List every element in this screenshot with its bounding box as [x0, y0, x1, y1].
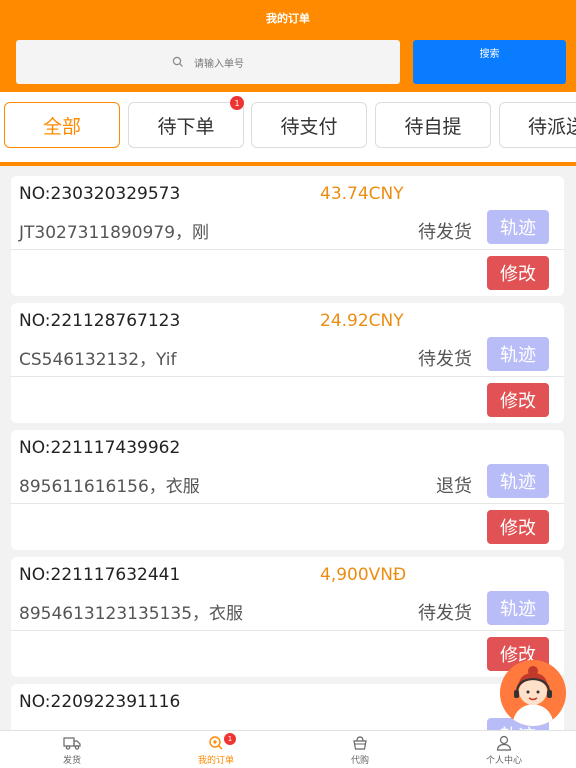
page-title: 我的订单: [266, 12, 310, 25]
divider: [11, 376, 564, 377]
order-search-icon: [209, 736, 223, 750]
order-list: NO:230320329573 43.74CNY JT3027311890979…: [0, 166, 576, 730]
order-card[interactable]: NO:220922391116 轨迹 修改: [11, 684, 564, 730]
nav-purchase-agent[interactable]: 代购: [320, 735, 400, 766]
order-amount: 24.92CNY: [320, 311, 404, 331]
divider: [11, 630, 564, 631]
tab-label: 待支付: [280, 115, 338, 138]
tab-pending-payment[interactable]: 待支付: [251, 102, 367, 148]
nav-label: 代购: [350, 756, 369, 766]
order-status: 待发货: [418, 222, 472, 243]
order-number: NO:221117632441: [19, 565, 181, 585]
nav-badge: 1: [224, 733, 236, 745]
tab-badge: 1: [230, 96, 244, 110]
support-agent-icon: [500, 660, 566, 726]
header: 我的订单 请输入单号 搜索: [0, 0, 576, 92]
tab-pending-order[interactable]: 待下单 1: [128, 96, 244, 148]
order-amount: 4,900VNĐ: [320, 565, 407, 585]
tracking-info: 895611616156，衣服: [19, 477, 200, 497]
tracking-info: JT3027311890979，刚: [19, 223, 210, 243]
edit-button[interactable]: 修改: [487, 256, 549, 290]
edit-button[interactable]: 修改: [487, 510, 549, 544]
search-placeholder: 请输入单号: [194, 58, 244, 70]
search-input[interactable]: 请输入单号: [16, 40, 400, 84]
order-card[interactable]: NO:221117632441 4,900VNĐ 895461312313513…: [11, 557, 564, 677]
tab-label: 全部: [42, 115, 81, 138]
tab-label: 待派送: [528, 115, 576, 138]
divider: [11, 503, 564, 504]
tab-all[interactable]: 全部: [4, 102, 120, 148]
order-amount: 43.74CNY: [320, 184, 404, 204]
truck-icon: [63, 737, 81, 750]
nav-profile[interactable]: 个人中心: [464, 735, 544, 766]
tab-pending-pickup[interactable]: 待自提: [375, 102, 491, 148]
customer-service-avatar[interactable]: [500, 660, 566, 726]
divider: [11, 249, 564, 250]
order-card[interactable]: NO:221117439962 895611616156，衣服 退货 轨迹 修改: [11, 430, 564, 550]
basket-icon: [353, 736, 367, 750]
tab-label: 待自提: [404, 115, 462, 138]
nav-my-orders[interactable]: 1 我的订单: [176, 733, 256, 766]
tracking-info: 8954613123135135，衣服: [19, 604, 244, 624]
tab-pending-delivery[interactable]: 待派送: [499, 102, 576, 148]
search-button[interactable]: 搜索: [413, 40, 566, 84]
tab-label: 待下单: [157, 115, 215, 138]
track-button[interactable]: 轨迹: [487, 591, 549, 625]
nav-label: 我的订单: [197, 756, 234, 766]
order-number: NO:221128767123: [19, 311, 181, 331]
bottom-nav: 发货 1 我的订单 代购 个人中心: [0, 730, 576, 768]
tracking-info: CS546132132，Yif: [19, 350, 177, 370]
track-button[interactable]: 轨迹: [487, 464, 549, 498]
nav-label: 发货: [62, 756, 81, 766]
status-tabs: 全部 待下单 1 待支付 待自提 待派送: [0, 92, 576, 166]
nav-ship[interactable]: 发货: [32, 735, 112, 766]
order-number: NO:220922391116: [19, 692, 181, 712]
order-number: NO:221117439962: [19, 438, 181, 458]
order-status: 待发货: [418, 603, 472, 624]
order-card[interactable]: NO:221128767123 24.92CNY CS546132132，Yif…: [11, 303, 564, 423]
user-icon: [496, 735, 512, 751]
edit-button[interactable]: 修改: [487, 383, 549, 417]
order-number: NO:230320329573: [19, 184, 181, 204]
track-button[interactable]: 轨迹: [487, 210, 549, 244]
order-status: 退货: [436, 476, 472, 497]
track-button[interactable]: 轨迹: [487, 337, 549, 371]
search-icon: [172, 56, 183, 67]
order-status: 待发货: [418, 349, 472, 370]
order-card[interactable]: NO:230320329573 43.74CNY JT3027311890979…: [11, 176, 564, 296]
nav-label: 个人中心: [485, 756, 522, 766]
